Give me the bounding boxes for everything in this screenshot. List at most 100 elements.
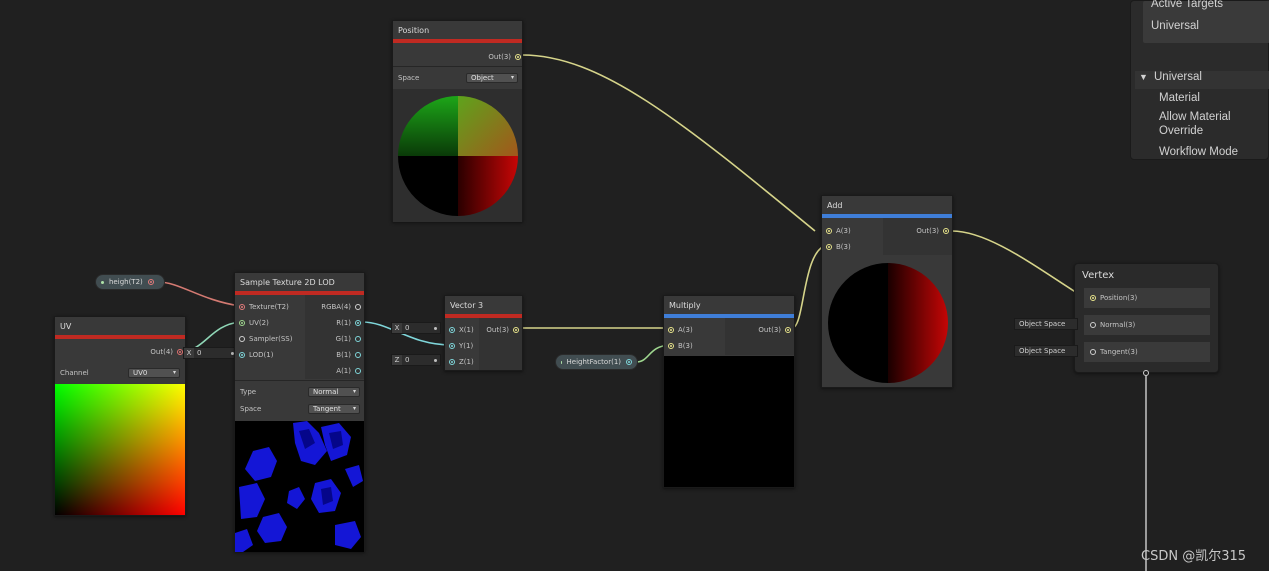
multiply-node[interactable]: Multiply A(3) B(3) Out(3) [663, 295, 795, 488]
vector3-out-port[interactable]: Out(3) [479, 323, 519, 337]
input-y[interactable]: Y(1) [449, 339, 473, 353]
uv-node-title: UV [55, 317, 185, 335]
vector3-x-field[interactable]: X 0 [391, 322, 441, 334]
uv-node[interactable]: UV Out(4) Channel UV0 [54, 316, 186, 516]
vertex-normal-label: Normal(3) [1100, 321, 1136, 329]
wire-add-out-to-vertex-position [951, 230, 1086, 299]
position-preview [393, 89, 522, 222]
wire-position-to-add-a [521, 54, 816, 232]
add-out-port[interactable]: Out(3) [883, 224, 949, 238]
vertex-block-tangent[interactable]: Tangent(3) [1084, 342, 1210, 362]
channel-label: Channel [60, 369, 89, 377]
heightfactor-property-node[interactable]: HeightFactor(1) [555, 354, 638, 370]
port-socket-icon[interactable] [355, 320, 361, 326]
port-socket-icon[interactable] [449, 359, 455, 365]
setting-override[interactable]: Override [1159, 125, 1203, 137]
type-label: Type [240, 388, 257, 396]
input-b[interactable]: B(3) [826, 240, 851, 254]
port-socket-icon[interactable] [626, 359, 632, 365]
vertex-context[interactable]: Vertex Position(3) Normal(3) Tangent(3) [1074, 263, 1219, 373]
port-socket-icon[interactable] [513, 327, 519, 333]
port-socket-icon[interactable] [1090, 295, 1096, 301]
target-universal[interactable]: Universal [1151, 20, 1199, 32]
setting-workflow-mode[interactable]: Workflow Mode [1159, 146, 1238, 158]
input-texture[interactable]: Texture(T2) [239, 300, 289, 314]
output-g[interactable]: G(1) [305, 332, 361, 346]
uv-node-header-bar [55, 335, 185, 339]
multiply-node-title: Multiply [664, 296, 794, 314]
vector3-z-field[interactable]: Z 0 [391, 354, 441, 366]
section-title-universal[interactable]: Universal [1154, 71, 1202, 83]
input-sampler[interactable]: Sampler(SS) [239, 332, 292, 346]
input-z-label: Z(1) [459, 358, 474, 366]
port-socket-icon[interactable] [785, 327, 791, 333]
separator [393, 66, 522, 67]
sample-texture-2d-lod-node[interactable]: Sample Texture 2D LOD Texture(T2) UV(2) … [234, 272, 365, 552]
sample-texture-preview [235, 421, 364, 552]
setting-allow-material[interactable]: Allow Material [1159, 111, 1231, 123]
input-sampler-label: Sampler(SS) [249, 335, 293, 343]
input-lod[interactable]: LOD(1) [239, 348, 273, 362]
output-a[interactable]: A(1) [305, 364, 361, 378]
normal-space-field[interactable]: Object Space [1014, 318, 1078, 330]
port-socket-icon[interactable] [355, 304, 361, 310]
input-a[interactable]: A(3) [826, 224, 851, 238]
input-uv[interactable]: UV(2) [239, 316, 269, 330]
uv-out-port[interactable]: Out(4) [115, 345, 183, 359]
port-socket-icon[interactable] [1090, 322, 1096, 328]
port-socket-icon[interactable] [355, 352, 361, 358]
port-socket-icon[interactable] [355, 336, 361, 342]
lod-inline-field[interactable]: X 0 [183, 347, 238, 359]
port-socket-icon[interactable] [147, 279, 154, 285]
wire-height-to-sample-texture [157, 281, 241, 307]
position-out-port[interactable]: Out(3) [453, 50, 521, 64]
port-socket-icon[interactable] [355, 368, 361, 374]
input-a[interactable]: A(3) [668, 323, 693, 337]
vector3-node[interactable]: Vector 3 X(1) Y(1) Z(1) Out(3) [444, 295, 523, 371]
input-z[interactable]: Z(1) [449, 355, 474, 369]
vector3-out-label: Out(3) [486, 326, 509, 334]
port-socket-icon[interactable] [449, 327, 455, 333]
input-x-label: X(1) [459, 326, 474, 334]
output-b[interactable]: B(1) [305, 348, 361, 362]
port-socket-icon[interactable] [943, 228, 949, 234]
port-socket-icon[interactable] [826, 244, 832, 250]
input-x[interactable]: X(1) [449, 323, 474, 337]
input-y-label: Y(1) [459, 342, 474, 350]
position-node[interactable]: Position Out(3) Space Object [392, 20, 523, 222]
port-socket-icon[interactable] [515, 54, 521, 60]
port-socket-icon[interactable] [1090, 349, 1096, 355]
vertex-block-normal[interactable]: Normal(3) [1084, 315, 1210, 335]
x-value[interactable]: 0 [402, 324, 434, 332]
vertex-block-position[interactable]: Position(3) [1084, 288, 1210, 308]
output-rgba[interactable]: RGBA(4) [305, 300, 361, 314]
port-socket-icon[interactable] [826, 228, 832, 234]
add-node[interactable]: Add A(3) B(3) Out(3) [821, 195, 953, 388]
space-dropdown[interactable]: Object [466, 73, 518, 83]
port-socket-icon[interactable] [668, 327, 674, 333]
lod-value[interactable]: 0 [194, 349, 231, 357]
multiply-out-port[interactable]: Out(3) [725, 323, 791, 337]
property-dot-icon [561, 360, 562, 364]
section-chevron-icon[interactable]: ▼ [1139, 72, 1148, 82]
type-dropdown[interactable]: Normal [308, 387, 360, 397]
tangent-space-field[interactable]: Object Space [1014, 345, 1078, 357]
port-socket-icon[interactable] [449, 343, 455, 349]
output-r[interactable]: R(1) [305, 316, 361, 330]
port-socket-icon[interactable] [239, 304, 245, 310]
input-uv-label: UV(2) [249, 319, 269, 327]
input-b[interactable]: B(3) [668, 339, 693, 353]
port-socket-icon[interactable] [239, 352, 245, 358]
port-socket-icon[interactable] [239, 320, 245, 326]
add-node-title: Add [822, 196, 952, 214]
setting-material[interactable]: Material [1159, 92, 1200, 104]
port-socket-icon[interactable] [239, 336, 245, 342]
space-dropdown[interactable]: Tangent [308, 404, 360, 414]
channel-dropdown[interactable]: UV0 [128, 368, 180, 378]
port-socket-icon[interactable] [668, 343, 674, 349]
heightfactor-label: HeightFactor(1) [566, 358, 621, 366]
z-value[interactable]: 0 [402, 356, 434, 364]
height-property-node[interactable]: heigh(T2) [95, 274, 165, 290]
input-a-label: A(3) [836, 227, 851, 235]
lod-axis-label: X [184, 348, 194, 358]
